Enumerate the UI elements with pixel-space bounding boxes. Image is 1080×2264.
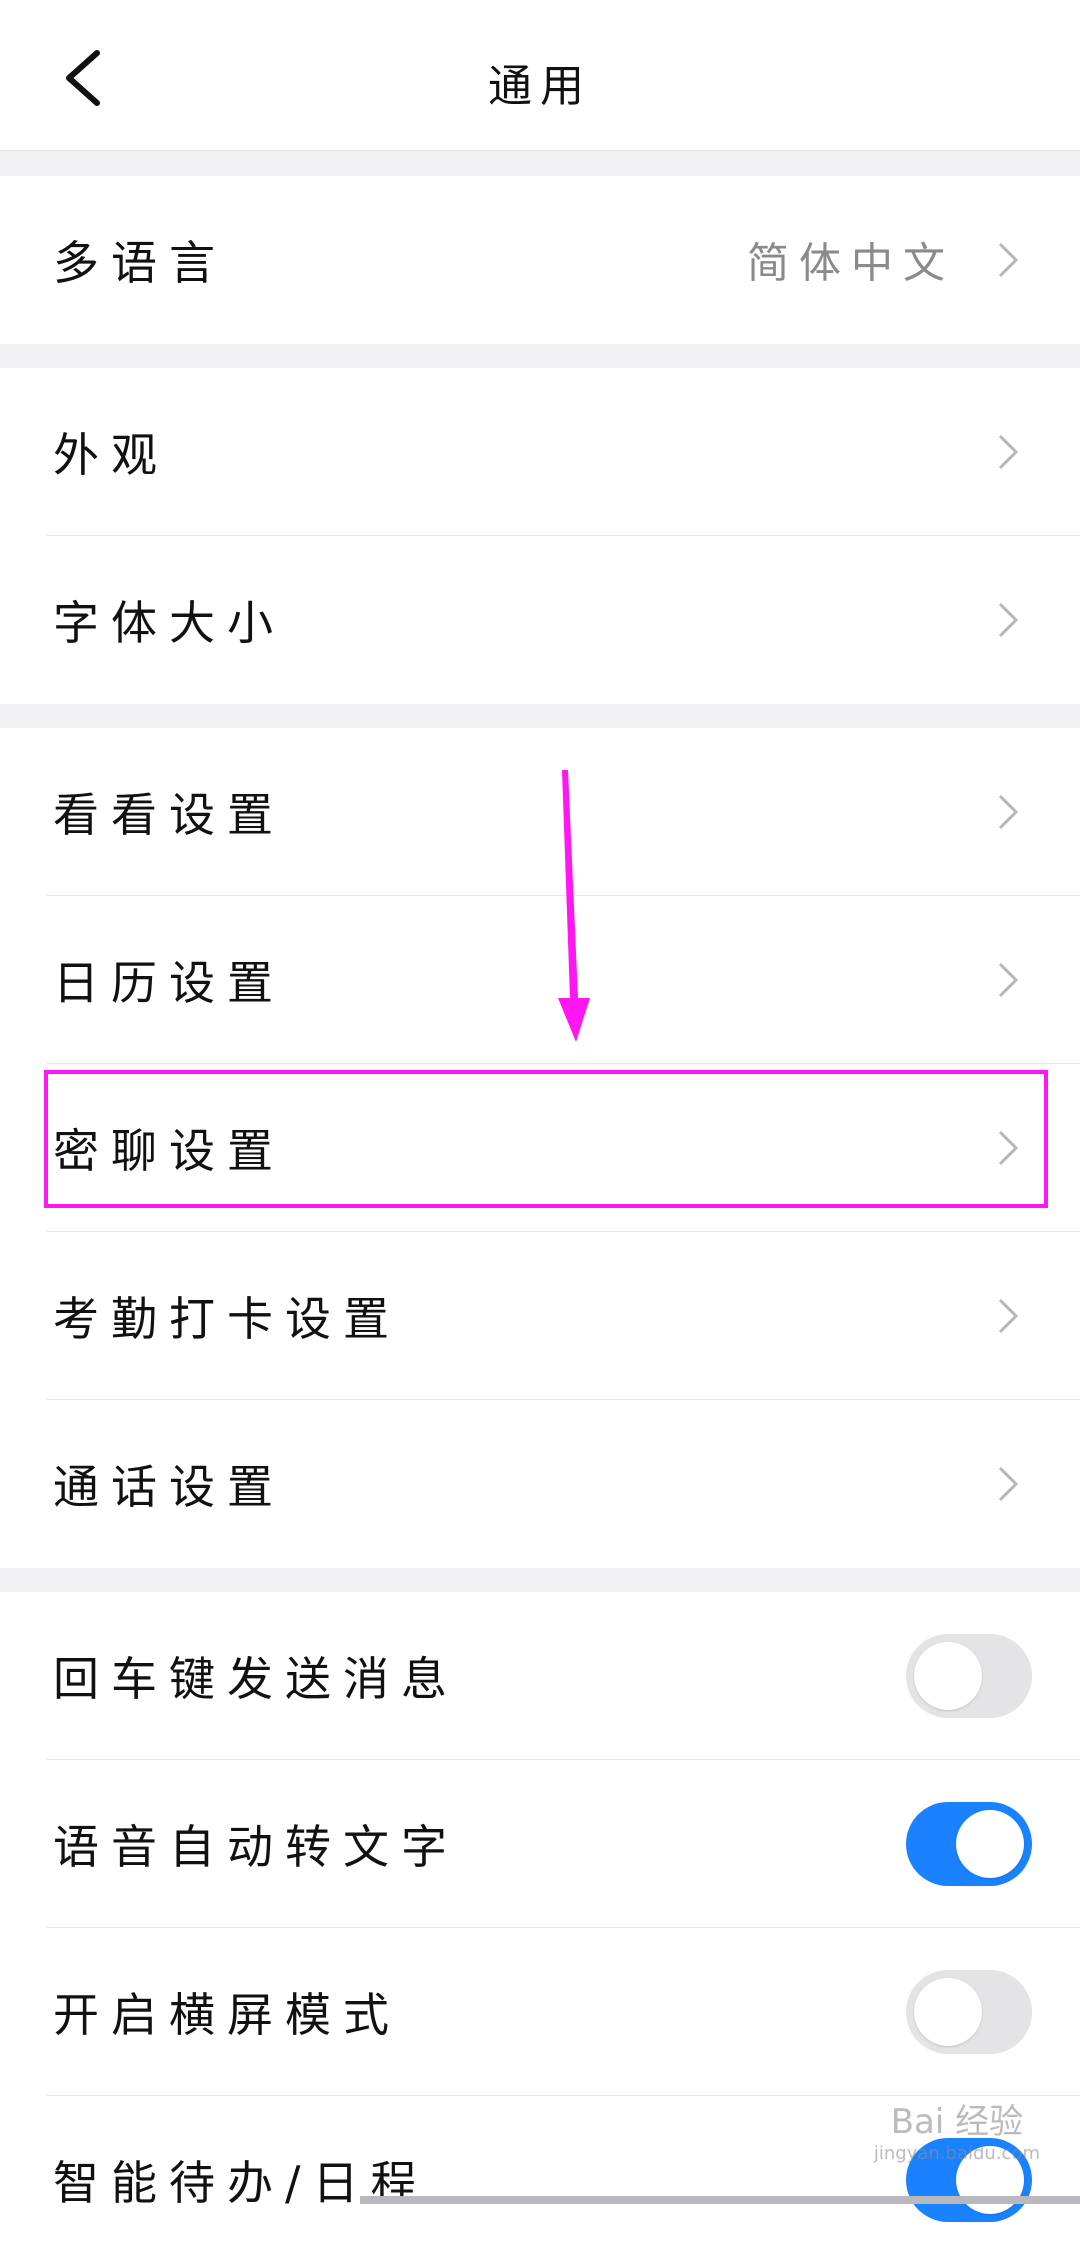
row-label: 考勤打卡设置: [53, 1292, 401, 1346]
enter-send-toggle[interactable]: [906, 1634, 1032, 1718]
settings-row-language[interactable]: 多语言 简体中文: [0, 176, 1080, 344]
watermark: Bai 经验 jingyan.baidu.com: [874, 2094, 1040, 2164]
landscape-toggle[interactable]: [906, 1970, 1032, 2054]
nav-header: 通用: [0, 0, 1080, 151]
language-group: 多语言 简体中文: [0, 176, 1080, 344]
chevron-right-icon: [998, 794, 1019, 830]
watermark-main: Bai 经验: [890, 2102, 1024, 2142]
home-indicator: [0, 2196, 1080, 2204]
settings-row-landscape: 开启横屏模式: [0, 1928, 1080, 2096]
voice-to-text-toggle[interactable]: [906, 1802, 1032, 1886]
home-bar-segment: [720, 2196, 1080, 2204]
settings-row-kankan[interactable]: 看看设置: [0, 728, 1080, 896]
row-label: 语音自动转文字: [53, 1820, 459, 1874]
settings-row-secret-chat[interactable]: 密聊设置: [0, 1064, 1080, 1232]
settings-row-enter-to-send: 回车键发送消息: [0, 1592, 1080, 1760]
appearance-group: 外观 字体大小: [0, 368, 1080, 704]
settings-row-call[interactable]: 通话设置: [0, 1400, 1080, 1568]
settings-row-voice-to-text: 语音自动转文字: [0, 1760, 1080, 1928]
toggle-knob: [914, 1642, 982, 1710]
feature-settings-group: 看看设置 日历设置 密聊设置 考勤打卡设置 通话设置: [0, 728, 1080, 1568]
row-label: 字体大小: [53, 596, 285, 650]
chevron-right-icon: [998, 602, 1019, 638]
settings-row-font-size[interactable]: 字体大小: [0, 536, 1080, 704]
chevron-right-icon: [998, 1130, 1019, 1166]
row-label: 看看设置: [53, 788, 285, 842]
chevron-right-icon: [998, 1466, 1019, 1502]
chevron-right-icon: [998, 242, 1019, 278]
row-label: 多语言: [53, 236, 227, 290]
row-label: 开启横屏模式: [53, 1988, 401, 2042]
chevron-right-icon: [998, 1298, 1019, 1334]
settings-row-attendance[interactable]: 考勤打卡设置: [0, 1232, 1080, 1400]
settings-row-appearance[interactable]: 外观: [0, 368, 1080, 536]
chevron-right-icon: [998, 434, 1019, 470]
language-value: 简体中文: [746, 238, 955, 288]
page-title: 通用: [488, 61, 592, 112]
home-bar-segment: [360, 2196, 720, 2204]
toggle-knob: [914, 1978, 982, 2046]
row-label: 日历设置: [53, 956, 285, 1010]
watermark-sub: jingyan.baidu.com: [873, 2143, 1040, 2164]
chevron-right-icon: [998, 962, 1019, 998]
row-label: 密聊设置: [53, 1124, 285, 1178]
toggle-knob: [956, 1810, 1024, 1878]
settings-row-calendar[interactable]: 日历设置: [0, 896, 1080, 1064]
row-label: 回车键发送消息: [53, 1652, 459, 1706]
row-label: 通话设置: [53, 1460, 285, 1514]
row-label: 外观: [53, 428, 169, 482]
